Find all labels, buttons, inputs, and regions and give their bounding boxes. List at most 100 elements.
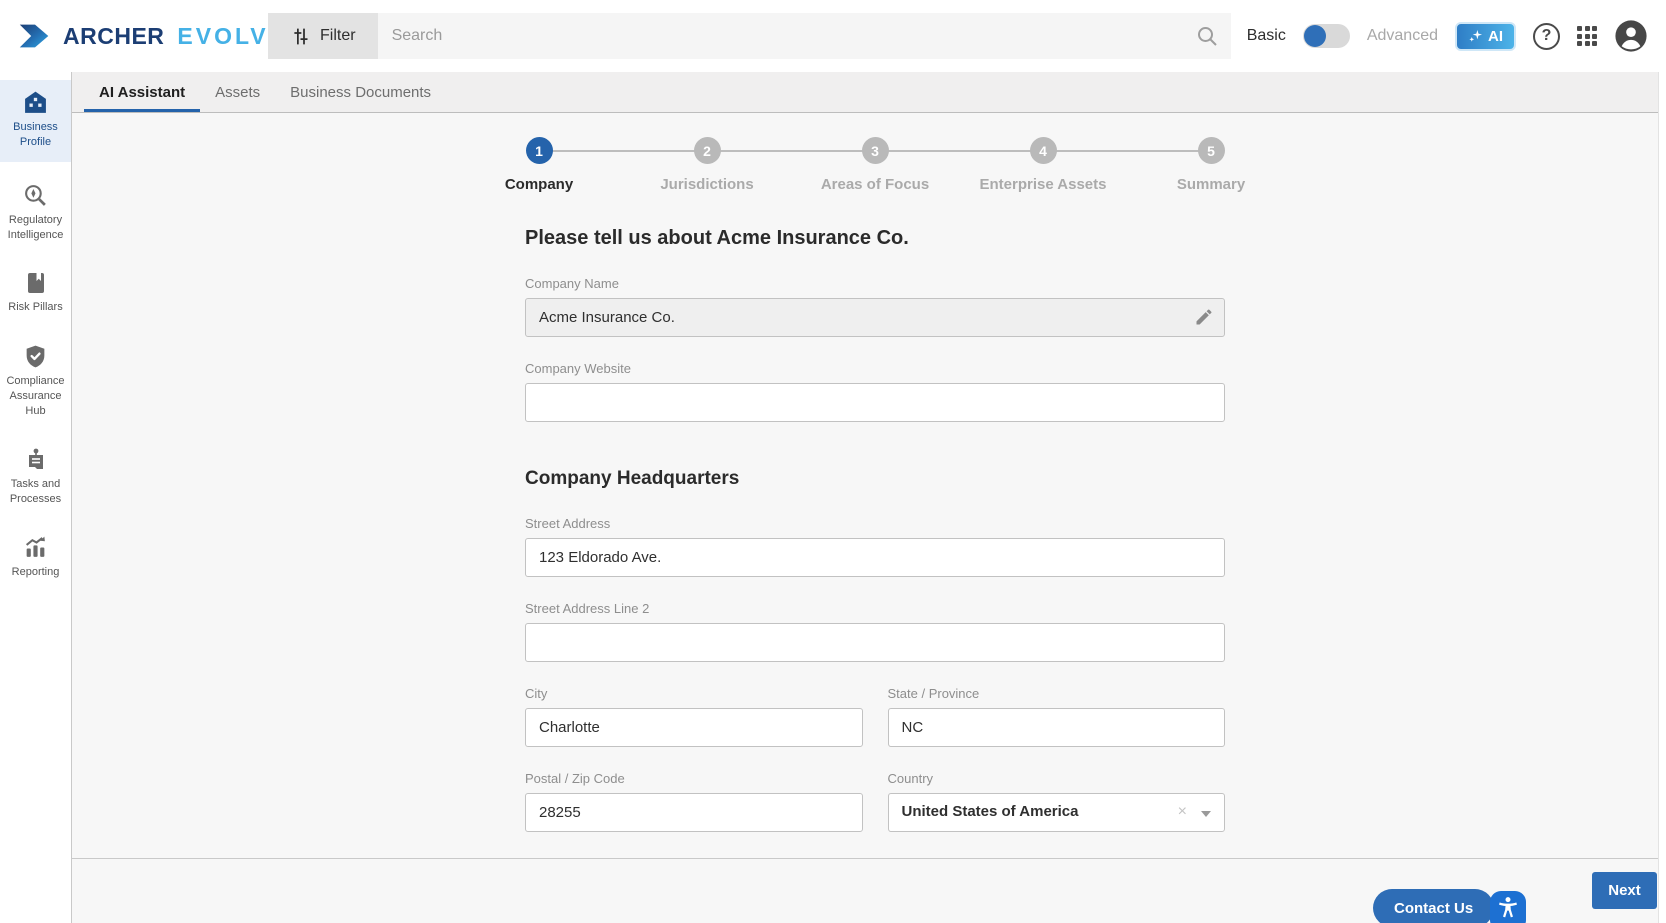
sidebar-item-reporting[interactable]: Reporting [0, 527, 71, 588]
sidebar-item-compliance-assurance-hub[interactable]: Compliance Assurance Hub [0, 336, 71, 427]
state-province-label: State / Province [887, 686, 980, 701]
tab-assets[interactable]: Assets [200, 72, 275, 112]
search-icon[interactable] [1195, 24, 1219, 53]
step-label: Company [504, 176, 574, 193]
filter-button[interactable]: Filter [268, 13, 378, 59]
brand-name-primary: ARCHER [63, 22, 165, 49]
edit-pencil-icon[interactable] [1194, 307, 1214, 332]
street-address-field: Street Address [525, 516, 1225, 577]
toggle-basic-label: Basic [1246, 27, 1286, 44]
postal-code-field: Postal / Zip Code [525, 771, 863, 832]
brand-arrow-icon [16, 22, 54, 50]
sidebar-item-label: Compliance Assurance Hub [6, 375, 65, 417]
postal-code-input[interactable] [525, 793, 863, 832]
contact-us-button[interactable]: Contact Us [1373, 889, 1495, 923]
header-controls: Basic Advanced AI ? [1247, 19, 1666, 53]
step-areas-of-focus[interactable]: 3 Areas of Focus [791, 137, 959, 193]
step-circle: 2 [693, 137, 721, 164]
street-address-2-label: Street Address Line 2 [525, 601, 650, 616]
search-bar [377, 13, 1231, 59]
sidebar-item-business-profile[interactable]: Business Profile [0, 80, 71, 162]
app-grid-icon[interactable] [1577, 26, 1597, 46]
sidebar-item-label: Reporting [11, 566, 60, 579]
country-selected-value: United States of America [901, 803, 1079, 820]
main-area: AI Assistant Assets Business Documents 1… [72, 72, 1666, 923]
book-bookmark-icon [24, 271, 48, 295]
country-select[interactable]: United States of America × [887, 793, 1225, 832]
form-title: Please tell us about Acme Insurance Co. [525, 227, 909, 249]
street-address-label: Street Address [525, 516, 611, 531]
sidebar-item-label: Tasks and Processes [9, 477, 62, 505]
company-name-field: Company Name [525, 276, 1225, 337]
step-circle: 5 [1197, 137, 1225, 164]
clear-selection-icon[interactable]: × [1178, 803, 1187, 821]
sidebar-item-risk-pillars[interactable]: Risk Pillars [0, 263, 71, 323]
sidebar-item-label: Regulatory Intelligence [7, 213, 64, 241]
wizard-stepper: 1 Company 2 Jurisdictions 3 Areas of Foc… [455, 137, 1295, 193]
regulatory-search-icon [23, 183, 48, 208]
step-label: Enterprise Assets [979, 176, 1107, 193]
brand-name-secondary: EVOLV [177, 22, 269, 49]
city-label: City [525, 686, 548, 701]
tab-bar: AI Assistant Assets Business Documents [72, 72, 1666, 113]
city-input[interactable] [525, 708, 863, 747]
company-name-input[interactable] [525, 298, 1225, 337]
country-label: Country [887, 771, 934, 786]
step-circle: 4 [1029, 137, 1057, 164]
company-name-label: Company Name [525, 276, 619, 291]
accessibility-person-icon [1495, 895, 1521, 921]
state-province-field: State / Province [887, 686, 1225, 747]
street-address-2-field: Street Address Line 2 [525, 601, 1225, 662]
sliders-filter-icon [290, 26, 311, 47]
ai-sparkle-icon [1468, 29, 1483, 44]
app-window: ARCHER EVOLV Filter Basic Advanc [0, 0, 1666, 923]
company-website-input[interactable] [525, 383, 1225, 422]
state-province-input[interactable] [887, 708, 1225, 747]
street-address-input[interactable] [525, 538, 1225, 577]
company-website-field: Company Website [525, 361, 1225, 422]
company-website-label: Company Website [525, 361, 631, 376]
section-title-headquarters: Company Headquarters [525, 468, 740, 489]
step-circle: 3 [861, 137, 889, 164]
step-label: Summary [1176, 176, 1246, 193]
user-avatar-icon[interactable] [1614, 19, 1648, 53]
chevron-down-icon[interactable] [1201, 811, 1211, 817]
sidebar-item-regulatory-intelligence[interactable]: Regulatory Intelligence [0, 175, 71, 251]
chart-report-icon [23, 535, 48, 560]
sidebar-item-label: Risk Pillars [8, 301, 63, 314]
footer-bar: Contact Us Next [72, 858, 1666, 923]
search-input[interactable] [377, 13, 1231, 59]
content-area: 1 Company 2 Jurisdictions 3 Areas of Foc… [72, 113, 1666, 858]
building-org-icon [23, 90, 48, 115]
tab-business-documents[interactable]: Business Documents [275, 72, 446, 112]
step-label: Jurisdictions [660, 176, 754, 193]
street-address-2-input[interactable] [525, 623, 1225, 662]
next-button[interactable]: Next [1592, 872, 1657, 909]
toggle-knob [1303, 25, 1326, 47]
step-company[interactable]: 1 Company [455, 137, 623, 193]
step-enterprise-assets[interactable]: 4 Enterprise Assets [959, 137, 1127, 193]
top-header: ARCHER EVOLV Filter Basic Advanc [0, 0, 1666, 72]
right-scroll-gutter[interactable] [1658, 72, 1666, 923]
step-jurisdictions[interactable]: 2 Jurisdictions [623, 137, 791, 193]
ai-button[interactable]: AI [1455, 21, 1516, 51]
clipboard-tasks-icon [24, 448, 48, 472]
sidebar-item-tasks-and-processes[interactable]: Tasks and Processes [0, 440, 71, 515]
step-circle: 1 [525, 137, 553, 164]
tab-ai-assistant[interactable]: AI Assistant [84, 72, 200, 112]
help-icon[interactable]: ? [1533, 22, 1560, 50]
city-field: City [525, 686, 863, 747]
step-label: Areas of Focus [820, 176, 930, 193]
ai-button-label: AI [1488, 27, 1503, 45]
shield-check-icon [23, 344, 48, 369]
filter-button-label: Filter [320, 27, 356, 44]
left-sidebar: Business Profile Regulatory Intelligence… [0, 72, 72, 923]
step-summary[interactable]: 5 Summary [1127, 137, 1295, 193]
postal-code-label: Postal / Zip Code [525, 771, 625, 786]
country-field: Country United States of America × [887, 771, 1225, 832]
basic-advanced-toggle[interactable] [1302, 24, 1350, 48]
company-form: Please tell us about Acme Insurance Co. … [525, 227, 1225, 832]
brand-logo: ARCHER EVOLV [0, 22, 268, 50]
toggle-advanced-label: Advanced [1366, 27, 1438, 44]
accessibility-button[interactable] [1490, 891, 1526, 923]
